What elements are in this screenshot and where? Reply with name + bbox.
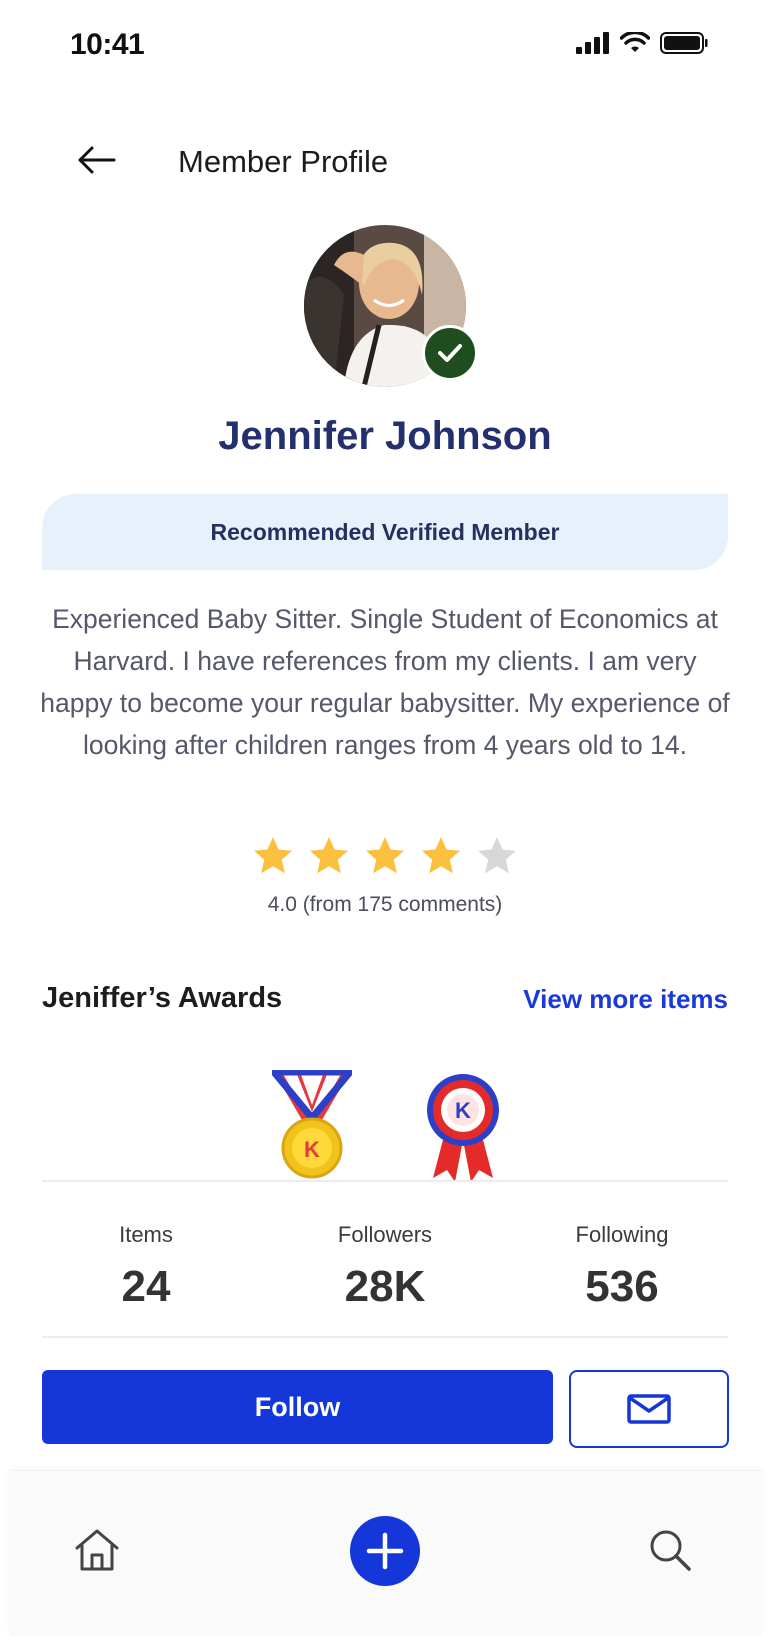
- add-button[interactable]: [350, 1516, 420, 1586]
- status-time: 10:41: [70, 28, 145, 61]
- verified-check-icon: [422, 325, 478, 381]
- arrow-left-icon: [78, 146, 116, 174]
- plus-icon: [366, 1532, 404, 1570]
- view-more-items-link[interactable]: View more items: [523, 984, 728, 1015]
- wifi-icon: [620, 32, 650, 52]
- star-filled-icon: [254, 837, 292, 874]
- verified-member-badge: Recommended Verified Member: [42, 494, 728, 570]
- stats-divider-bottom: [42, 1336, 728, 1338]
- search-icon[interactable]: [648, 1528, 692, 1577]
- awards-title: Jeniffer’s Awards: [42, 982, 283, 1014]
- member-name: Jennifer Johnson: [218, 414, 552, 458]
- stat-value: 24: [121, 1262, 171, 1311]
- rating-summary: 4.0 (from 175 comments): [267, 893, 503, 916]
- star-filled-icon: [310, 837, 348, 874]
- star-filled-icon: [422, 837, 460, 874]
- svg-text:K: K: [304, 1137, 320, 1162]
- follow-button[interactable]: Follow: [42, 1370, 553, 1444]
- stat-followers: Followers 28K: [270, 1222, 500, 1312]
- home-icon[interactable]: [74, 1528, 120, 1577]
- gold-medal-icon[interactable]: K: [270, 1068, 354, 1187]
- message-button[interactable]: [569, 1370, 729, 1448]
- stat-value: 28K: [344, 1262, 426, 1311]
- rosette-icon[interactable]: K: [423, 1070, 503, 1187]
- star-filled-icon: [366, 837, 404, 874]
- member-bio: Experienced Baby Sitter. Single Student …: [40, 604, 730, 760]
- svg-text:K: K: [455, 1098, 471, 1123]
- stat-items: Items 24: [31, 1222, 261, 1312]
- star-rating: [0, 836, 770, 876]
- page-title: Member Profile: [178, 144, 389, 179]
- back-button[interactable]: [72, 140, 120, 180]
- battery-icon: [660, 32, 708, 54]
- signal-icon: [576, 32, 609, 54]
- stat-label: Following: [575, 1222, 669, 1247]
- stat-label: Items: [119, 1222, 173, 1247]
- mail-icon: [627, 1394, 671, 1424]
- status-icons: [576, 32, 708, 54]
- stat-value: 536: [585, 1262, 659, 1311]
- stats-divider-top: [42, 1180, 728, 1182]
- stat-label: Followers: [337, 1222, 433, 1247]
- star-empty-icon: [478, 837, 516, 874]
- stat-following: Following 536: [507, 1222, 737, 1312]
